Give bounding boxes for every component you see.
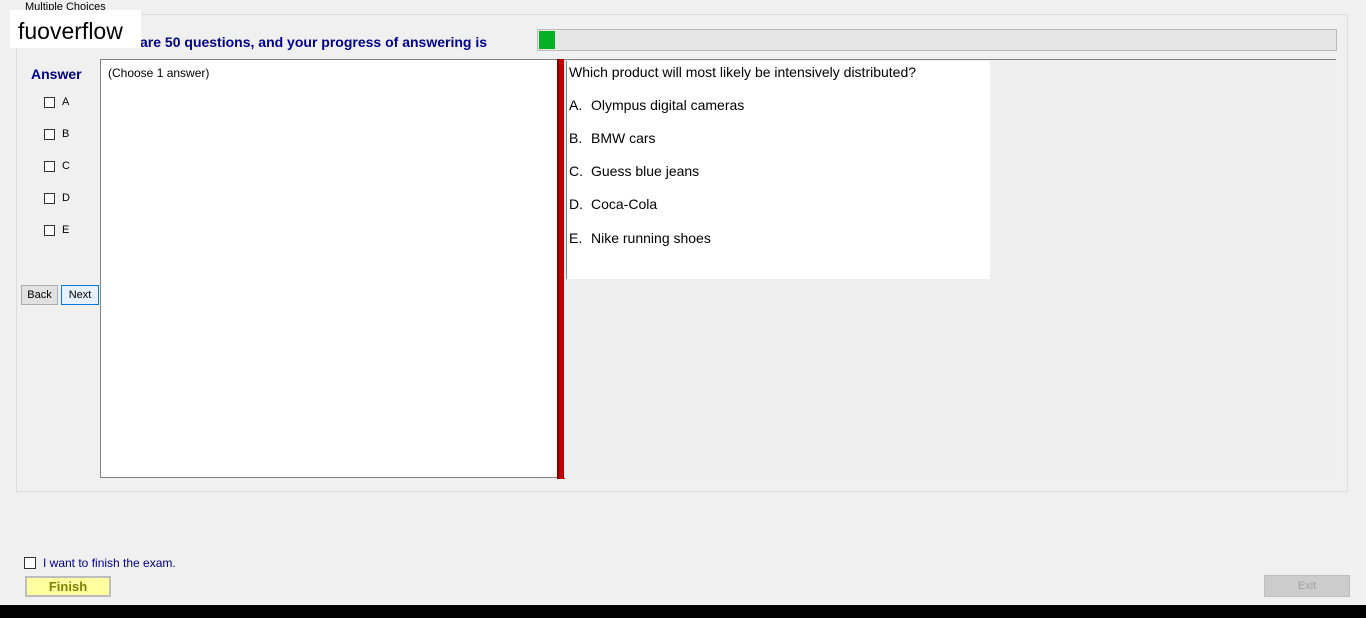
question-option-text: Guess blue jeans (591, 163, 700, 179)
answer-option-label: E (62, 224, 70, 236)
checkbox-b[interactable] (44, 128, 55, 140)
question-option-letter: E. (569, 230, 583, 246)
answer-option-label: B (62, 128, 70, 140)
answer-option-label: D (62, 192, 70, 204)
question-option-text: Coca-Cola (591, 196, 658, 212)
question-option: A. Olympus digital cameras (569, 97, 744, 113)
finish-exam-checkbox[interactable] (24, 557, 36, 569)
exit-button[interactable]: Exit (1264, 575, 1350, 597)
progress-bar-fill (539, 31, 555, 49)
back-button[interactable]: Back (21, 285, 58, 305)
choose-note: (Choose 1 answer) (108, 66, 210, 80)
checkbox-e[interactable] (44, 224, 55, 236)
question-option-text: BMW cars (591, 130, 656, 146)
answer-option-e[interactable]: E (44, 222, 69, 238)
question-option: D. Coca-Cola (569, 196, 657, 212)
question-option-text: Nike running shoes (591, 230, 711, 246)
question-option-text: Olympus digital cameras (591, 97, 745, 113)
answer-text-panel[interactable] (100, 59, 560, 478)
finish-exam-label: I want to finish the exam. (43, 556, 176, 570)
finish-exam-check[interactable]: I want to finish the exam. (24, 556, 176, 570)
progress-bar (537, 29, 1337, 51)
finish-button[interactable]: Finish (25, 576, 111, 597)
question-option-letter: A. (569, 97, 583, 113)
answer-option-c[interactable]: C (44, 158, 70, 174)
checkbox-d[interactable] (44, 192, 55, 204)
checkbox-c[interactable] (44, 160, 55, 172)
answer-option-label: A (62, 96, 70, 108)
question-text: Which product will most likely be intens… (569, 64, 917, 80)
checkbox-a[interactable] (44, 96, 55, 108)
next-button[interactable]: Next (61, 285, 99, 305)
question-option-letter: D. (569, 196, 583, 212)
answer-option-d[interactable]: D (44, 190, 70, 206)
answer-option-a[interactable]: A (44, 94, 69, 110)
question-option-letter: B. (569, 130, 583, 146)
question-option: B. BMW cars (569, 130, 656, 146)
progress-text: There are 50 questions, and your progres… (98, 34, 487, 50)
answer-title: Answer (31, 66, 82, 82)
question-option: C. Guess blue jeans (569, 163, 699, 179)
watermark-logo: fuoverflow (10, 10, 141, 48)
answer-option-label: C (62, 160, 70, 172)
taskbar (0, 605, 1366, 618)
answer-option-b[interactable]: B (44, 126, 69, 142)
question-option-letter: C. (569, 163, 583, 179)
question-option: E. Nike running shoes (569, 230, 711, 246)
